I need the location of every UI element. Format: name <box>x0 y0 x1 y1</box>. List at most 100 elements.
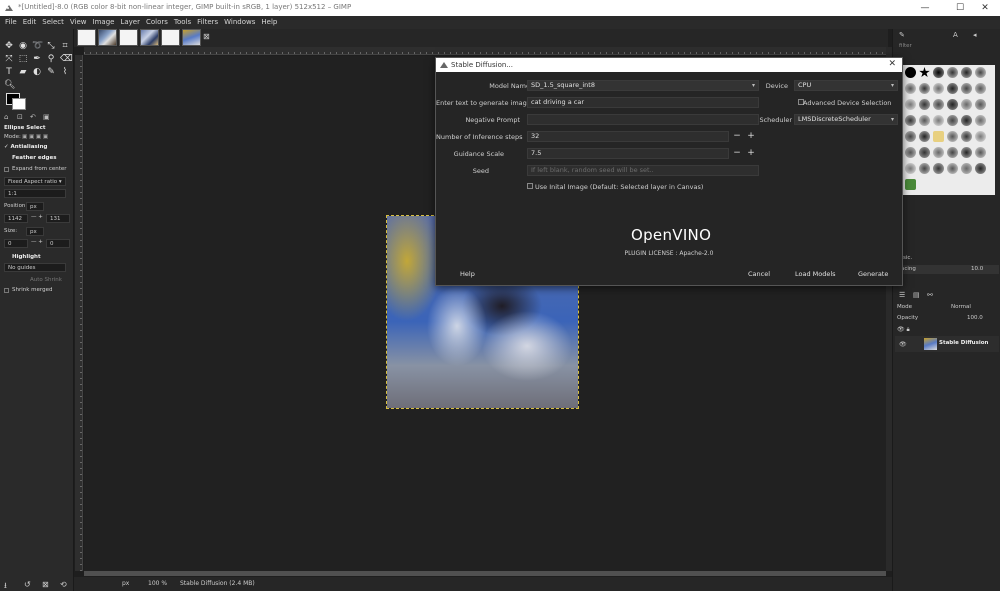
undo-history-tab-icon[interactable]: ↶ <box>30 113 40 121</box>
seed-input[interactable]: If left blank, random seed will be set.. <box>527 165 759 176</box>
brush-preset[interactable] <box>905 99 916 110</box>
paths-tab-icon[interactable]: ⚯ <box>927 291 933 299</box>
dialog-close-icon[interactable]: ✕ <box>888 59 896 69</box>
warp-icon[interactable]: ⤧ <box>4 54 14 64</box>
antialiasing-checkbox[interactable]: ✓ Antialiasing <box>4 144 47 150</box>
ellipse-select-icon[interactable]: ◉ <box>18 41 28 51</box>
negative-prompt-input[interactable] <box>527 114 759 125</box>
layers-tab-icon[interactable]: ☰ <box>899 291 905 299</box>
bucket-fill-icon[interactable]: ▰ <box>18 67 28 77</box>
paths-icon[interactable]: ✒ <box>32 54 42 64</box>
position-x-field[interactable]: 1142 <box>4 214 28 223</box>
move-tool-icon[interactable]: ✥ <box>4 41 14 51</box>
lasso-icon[interactable]: ➰ <box>32 41 43 51</box>
size-w-stepper[interactable]: — + <box>31 239 43 245</box>
brush-preset[interactable] <box>905 179 916 190</box>
spacing-slider[interactable]: acing 10.0 <box>899 265 999 274</box>
brush-preset[interactable] <box>905 131 916 142</box>
close-tab-icon[interactable]: ⊠ <box>203 32 210 41</box>
guidance-decrement-button[interactable]: − <box>732 148 742 159</box>
brush-preset[interactable] <box>933 147 944 158</box>
brush-preset[interactable] <box>919 99 930 110</box>
horizontal-scrollbar[interactable] <box>84 571 886 576</box>
guidance-increment-button[interactable]: + <box>746 148 756 159</box>
menu-edit[interactable]: Edit <box>20 16 40 29</box>
position-x-stepper[interactable]: — + <box>31 214 43 220</box>
brush-preset[interactable] <box>975 147 986 158</box>
eraser-icon[interactable]: ⌫ <box>60 54 73 64</box>
zoom-select[interactable]: 100 % <box>148 579 167 589</box>
brush-preset[interactable] <box>975 131 986 142</box>
image-tab-thumbnail[interactable] <box>98 29 117 46</box>
brush-preset[interactable] <box>947 131 958 142</box>
opacity-value[interactable]: 100.0 <box>967 315 983 321</box>
brush-preset[interactable] <box>919 163 930 174</box>
unified-transform-icon[interactable]: ⬚ <box>18 54 28 64</box>
brush-preset[interactable] <box>933 99 944 110</box>
image-tab-thumbnail[interactable] <box>77 29 96 46</box>
brush-preset[interactable] <box>933 67 944 78</box>
tool-options-tab-icon[interactable]: ⌂ <box>4 113 14 121</box>
brush-preset[interactable] <box>919 83 930 94</box>
unit-select[interactable]: px <box>122 579 129 589</box>
brush-preset[interactable] <box>975 163 986 174</box>
fixed-aspect-select[interactable]: Fixed Aspect ratio ▾ <box>4 177 66 186</box>
brush-preset[interactable] <box>947 99 958 110</box>
delete-tool-preset-icon[interactable]: ⊠ <box>42 580 49 589</box>
brush-preset[interactable] <box>947 115 958 126</box>
device-status-tab-icon[interactable]: ⊡ <box>17 113 27 121</box>
brush-preset[interactable] <box>933 83 944 94</box>
size-unit-select[interactable]: px <box>26 227 44 236</box>
brush-preset[interactable] <box>975 67 986 78</box>
reset-tool-options-icon[interactable]: ⟲ <box>60 580 67 589</box>
auto-shrink-button[interactable]: Auto Shrink <box>30 277 62 283</box>
minimize-button[interactable]: — <box>910 1 940 15</box>
brushes-grid[interactable] <box>903 65 995 195</box>
shrink-merged-checkbox[interactable] <box>4 288 9 293</box>
menu-tools[interactable]: Tools <box>171 16 194 29</box>
image-tab-thumbnail[interactable] <box>140 29 159 46</box>
close-button[interactable]: ✕ <box>970 1 1000 15</box>
device-select[interactable]: CPU <box>794 80 898 91</box>
clone-icon[interactable]: ⚲ <box>46 54 56 64</box>
generate-button[interactable]: Generate <box>858 270 888 278</box>
brush-preset[interactable] <box>947 163 958 174</box>
brush-preset[interactable] <box>975 115 986 126</box>
brush-preset[interactable] <box>947 147 958 158</box>
image-tab-thumbnail-active[interactable] <box>182 29 201 46</box>
guidance-scale-input[interactable]: 7.5 <box>527 148 729 159</box>
brush-preset[interactable] <box>919 115 930 126</box>
paintbrush-icon[interactable]: ✎ <box>46 67 56 77</box>
position-y-field[interactable]: 131 <box>46 214 70 223</box>
menu-windows[interactable]: Windows <box>221 16 258 29</box>
brush-preset[interactable] <box>961 115 972 126</box>
brush-preset[interactable] <box>975 83 986 94</box>
model-name-select[interactable]: SD_1.5_square_int8 <box>527 80 759 91</box>
brush-preset[interactable] <box>905 147 916 158</box>
brush-preset[interactable] <box>947 67 958 78</box>
brush-preset[interactable] <box>905 83 916 94</box>
menu-select[interactable]: Select <box>39 16 67 29</box>
background-color[interactable] <box>12 98 26 110</box>
highlight-label[interactable]: Highlight <box>12 254 41 260</box>
menu-image[interactable]: Image <box>90 16 118 29</box>
mode-buttons[interactable]: ▣ ▣ ▣ ▣ <box>22 134 48 140</box>
brush-preset[interactable] <box>905 163 916 174</box>
steps-increment-button[interactable]: + <box>746 131 756 142</box>
scheduler-select[interactable]: LMSDiscreteScheduler <box>794 114 898 125</box>
menu-colors[interactable]: Colors <box>143 16 171 29</box>
brush-preset[interactable] <box>905 67 916 78</box>
restore-tool-preset-icon[interactable]: ↺ <box>24 580 31 589</box>
brush-filter-input[interactable]: filter <box>899 43 912 49</box>
cancel-button[interactable]: Cancel <box>748 270 770 278</box>
size-h-field[interactable]: 0 <box>46 239 70 248</box>
crop-icon[interactable]: ⌗ <box>60 41 70 51</box>
brush-preset[interactable] <box>961 83 972 94</box>
menu-help[interactable]: Help <box>258 16 280 29</box>
size-w-field[interactable]: 0 <box>4 239 28 248</box>
image-tab-thumbnail[interactable] <box>161 29 180 46</box>
images-tab-icon[interactable]: ▣ <box>43 113 53 121</box>
brush-tab-icon[interactable]: ✎ <box>899 31 905 39</box>
layer-mode-select[interactable]: Normal <box>951 304 971 310</box>
dock-menu-icon[interactable]: ◂ <box>973 31 977 39</box>
